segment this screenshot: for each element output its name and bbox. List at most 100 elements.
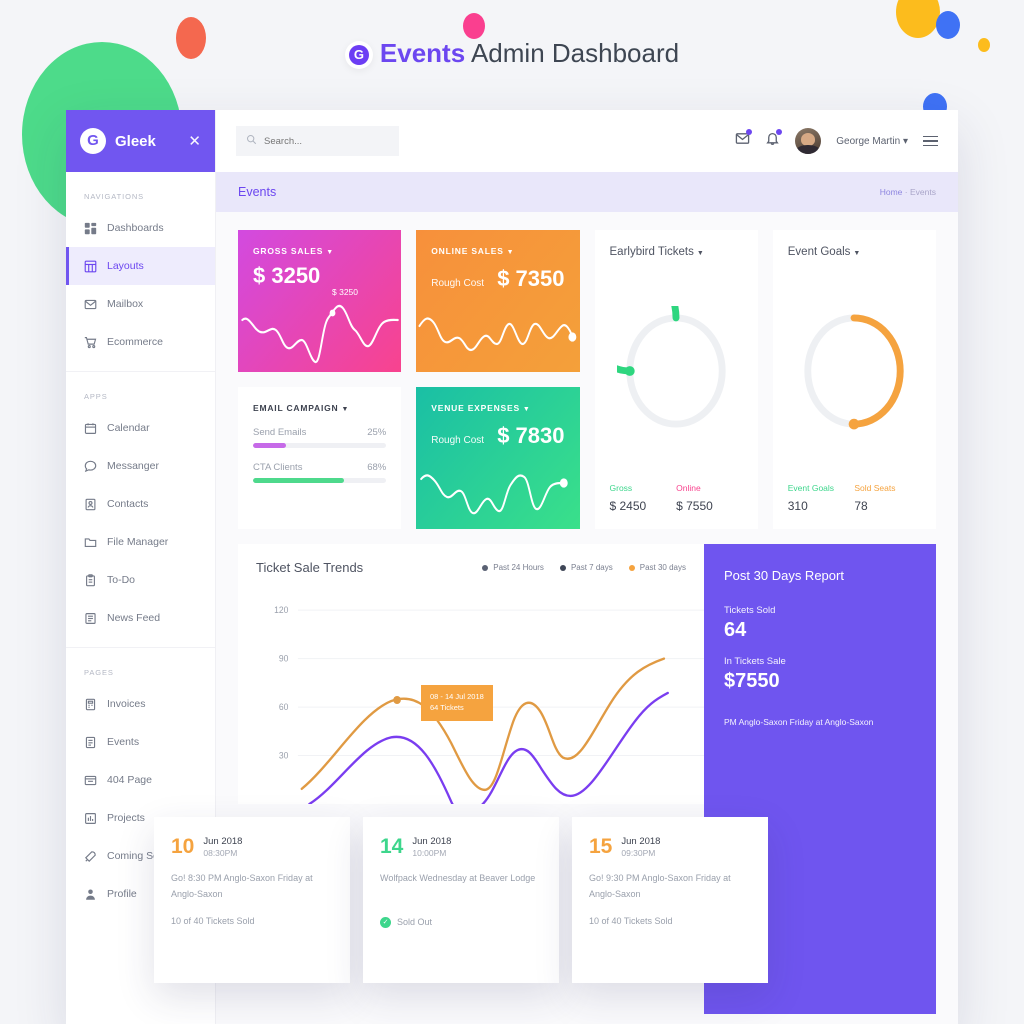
chevron-down-icon[interactable]: ▼	[507, 249, 515, 256]
donut-event-goals-legend: Event Goals 310 Sold Seats 78	[788, 483, 921, 513]
card-venue-expenses-sub: Rough Cost	[431, 435, 485, 446]
chevron-down-icon[interactable]: ▼	[523, 406, 531, 413]
sidebar-item-label: Contacts	[107, 498, 149, 510]
sidebar-item-messanger[interactable]: Messanger	[66, 447, 215, 485]
sidebar-item-dashboards[interactable]: Dashboards	[66, 209, 215, 247]
sidebar-item-label: Invoices	[107, 698, 146, 710]
sidebar-item-ecommerce[interactable]: Ecommerce	[66, 323, 215, 361]
sidebar-item-events[interactable]: Events	[66, 723, 215, 761]
trend-header: Ticket Sale Trends Past 24 Hours Past 7 …	[256, 560, 686, 575]
news-icon	[84, 612, 97, 625]
card-venue-expenses-value: $ 7830	[497, 423, 565, 448]
chevron-down-icon[interactable]: ▼	[697, 250, 704, 257]
sold-out-check-icon: ✓	[380, 916, 391, 928]
event-time: 08:30PM	[203, 847, 238, 858]
avatar[interactable]	[795, 128, 822, 154]
sidebar-item-calendar[interactable]: Calendar	[66, 409, 215, 447]
mail-icon	[84, 298, 97, 311]
sidebar-item-label: Profile	[107, 888, 137, 900]
page-title-brand: Events	[379, 38, 466, 68]
cart-icon	[84, 336, 97, 349]
stats-grid: GROSS SALES ▼ $ 3250 $ 3250 ONLINE SALES…	[238, 230, 936, 529]
chart-title: Ticket Sale Trends	[256, 560, 364, 575]
sidebar-item-news-feed[interactable]: News Feed	[66, 599, 215, 637]
invoice-icon	[84, 698, 97, 711]
decor-circle-blue	[936, 11, 960, 39]
report-sale-label: In Tickets Sale	[724, 656, 786, 667]
chat-icon	[84, 460, 97, 473]
legend-past-24-hours[interactable]: Past 24 Hours	[482, 563, 544, 572]
layout-icon	[84, 260, 97, 273]
bell-icon[interactable]	[765, 129, 783, 151]
project-icon	[84, 812, 97, 825]
donut-legend-sold-seats: Sold Seats 78	[854, 483, 896, 513]
chart-tooltip-value: 64 Tickets	[430, 702, 464, 712]
event-card[interactable]: 10 Jun 2018 08:30PM Go! 8:30 PM Anglo-Sa…	[154, 817, 350, 983]
card-online-sales-row: Rough Cost $ 7350	[431, 266, 564, 292]
sidebar-item-contacts[interactable]: Contacts	[66, 485, 215, 523]
sidebar-item-label: Projects	[107, 812, 145, 824]
card-email-campaign[interactable]: EMAIL CAMPAIGN ▼ Send Emails 25% CTA Cli…	[238, 387, 402, 529]
trends-row: Ticket Sale Trends Past 24 Hours Past 7 …	[238, 544, 936, 1014]
event-month: Jun 2018	[412, 836, 452, 847]
sparkline-venue-expenses	[416, 449, 579, 529]
breadcrumb-trail: Home · Events	[880, 187, 936, 197]
svg-text:120: 120	[274, 605, 288, 615]
donut-earlybird	[610, 258, 743, 483]
rocket-icon	[84, 850, 97, 863]
legend-past-7-days[interactable]: Past 7 days	[559, 563, 613, 572]
sidebar-item-to-do[interactable]: To-Do	[66, 561, 215, 599]
stat-cards-cluster: GROSS SALES ▼ $ 3250 $ 3250 ONLINE SALES…	[238, 230, 580, 529]
mail-badge-dot	[746, 129, 753, 135]
card-venue-expenses[interactable]: VENUE EXPENSES ▼ Rough Cost $ 7830	[416, 387, 580, 529]
hamburger-icon[interactable]	[923, 135, 938, 147]
legend-dot-icon	[628, 564, 635, 571]
chevron-down-icon[interactable]: ▼	[342, 406, 350, 413]
event-card[interactable]: 14 Jun 2018 10:00PM Wolfpack Wednesday a…	[363, 817, 559, 983]
event-month: Jun 2018	[621, 836, 661, 847]
legend-dot-icon	[482, 564, 489, 571]
sidebar-item-layouts[interactable]: Layouts	[66, 247, 215, 285]
event-card[interactable]: 15 Jun 2018 09:30PM Go! 9:30 PM Anglo-Sa…	[572, 817, 768, 983]
sidebar-item-label: Calendar	[107, 422, 150, 434]
chevron-down-icon[interactable]: ▼	[853, 250, 860, 257]
svg-text:60: 60	[279, 702, 289, 712]
event-meta: 10 of 40 Tickets Sold	[589, 916, 751, 926]
sidebar-item-mailbox[interactable]: Mailbox	[66, 285, 215, 323]
card-event-goals[interactable]: Event Goals ▼ Event Goals 310 Sold Seats…	[772, 230, 936, 529]
event-time: 10:00PM	[412, 847, 447, 858]
sidebar-item-label: Mailbox	[107, 298, 144, 310]
sparkline-gross-sales	[238, 292, 401, 372]
sidebar-item-file-manager[interactable]: File Manager	[66, 523, 215, 561]
sidebar-section-label-pages: PAGES	[84, 668, 114, 677]
search-input[interactable]	[264, 135, 389, 147]
sidebar-item-404-page[interactable]: 404 Page	[66, 761, 215, 799]
legend-past-30-days[interactable]: Past 30 days	[628, 563, 686, 572]
grid-icon	[84, 222, 97, 235]
sidebar-section-label-apps: APPS	[84, 392, 108, 401]
progress-fill	[253, 443, 287, 448]
breadcrumb-home[interactable]: Home	[880, 187, 903, 197]
page-heading: Events	[238, 185, 277, 199]
report-tickets-value: 64	[724, 619, 747, 641]
close-icon[interactable]: ✕	[188, 132, 201, 150]
sidebar-item-invoices[interactable]: Invoices	[66, 685, 215, 723]
card-online-sales[interactable]: ONLINE SALES ▼ Rough Cost $ 7350	[416, 230, 580, 372]
user-menu[interactable]: George Martin ▾	[836, 136, 908, 147]
search-box[interactable]	[236, 126, 399, 156]
card-venue-expenses-label: VENUE EXPENSES ▼	[431, 403, 531, 413]
sidebar-item-label: To-Do	[107, 574, 136, 586]
chevron-down-icon[interactable]: ▼	[326, 249, 334, 256]
card-post-30-days-report: Post 30 Days Report Tickets Sold 64 In T…	[704, 544, 936, 1014]
event-time: 09:30PM	[621, 847, 656, 858]
mail-icon[interactable]	[735, 129, 753, 151]
card-gross-sales[interactable]: GROSS SALES ▼ $ 3250 $ 3250	[238, 230, 402, 372]
card-online-sales-label: ONLINE SALES ▼	[431, 246, 515, 256]
card-earlybird-tickets-title: Earlybird Tickets ▼	[609, 246, 704, 258]
card-earlybird-tickets[interactable]: Earlybird Tickets ▼ Gross $ 2450 Online …	[594, 230, 758, 529]
chart-legend: Past 24 Hours Past 7 days Past 30 days	[482, 563, 686, 572]
event-description: Wolfpack Wednesday at Beaver Lodge	[380, 872, 536, 883]
event-meta: 10 of 40 Tickets Sold	[171, 916, 333, 926]
card-online-sales-sub: Rough Cost	[431, 278, 485, 289]
contact-icon	[84, 498, 97, 511]
